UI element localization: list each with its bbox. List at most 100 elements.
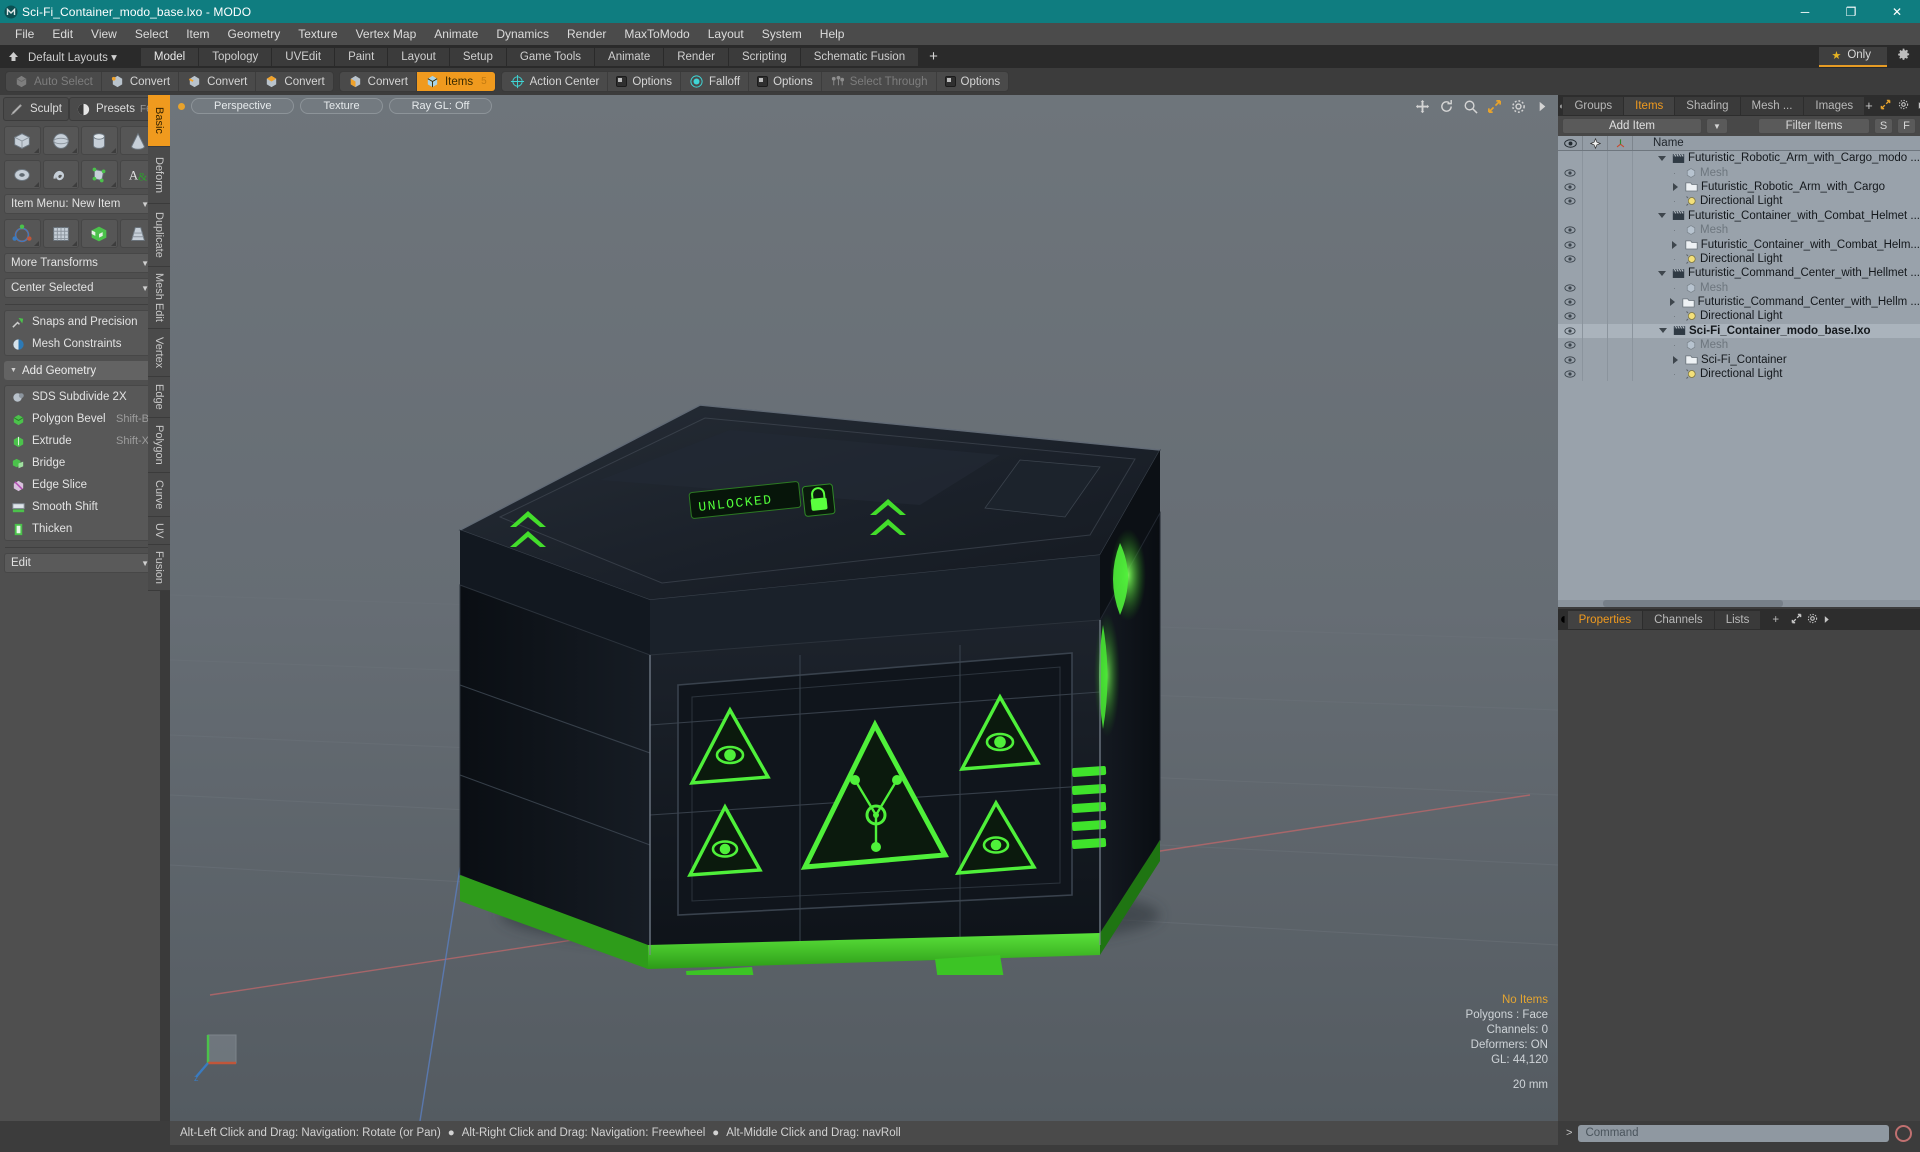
chevron-right-icon[interactable] (1822, 611, 1831, 628)
item-visibility-eye-icon[interactable] (1558, 151, 1583, 166)
move-icon[interactable] (1415, 99, 1430, 114)
snaps-and-precision-row[interactable]: Snaps and Precision (5, 311, 155, 333)
vtab-polygon[interactable]: Polygon (148, 418, 170, 473)
item-row[interactable]: Futuristic_Container_with_Combat_Helmet … (1558, 208, 1920, 223)
action-center-button[interactable]: Action Center (502, 72, 609, 91)
item-row[interactable]: · Mesh (1558, 280, 1920, 295)
item-expander-icon[interactable]: · (1670, 168, 1680, 178)
layout-tab-animate[interactable]: Animate (595, 47, 665, 66)
zoom-icon[interactable] (1463, 99, 1478, 114)
item-transform-cell[interactable] (1608, 208, 1633, 223)
menu-item-item[interactable]: Item (177, 24, 218, 44)
convert-material-button[interactable]: Convert (340, 72, 417, 91)
item-lock-cell[interactable] (1583, 352, 1608, 367)
bridge-button[interactable]: Bridge (5, 452, 155, 474)
add-item-dropdown-arrow[interactable]: ▼ (1706, 118, 1728, 134)
item-expander-icon[interactable] (1657, 213, 1667, 219)
center-selected-dropdown[interactable]: Center Selected ▼ (4, 278, 156, 298)
item-transform-cell[interactable] (1608, 194, 1633, 209)
item-row[interactable]: · Mesh (1558, 222, 1920, 238)
items-list[interactable]: Futuristic_Robotic_Arm_with_Cargo_modo .… (1558, 151, 1920, 607)
item-transform-cell[interactable] (1608, 323, 1633, 339)
record-icon[interactable] (1895, 1124, 1912, 1142)
menu-item-render[interactable]: Render (558, 24, 615, 44)
viewport-perspective-button[interactable]: Perspective (191, 98, 295, 114)
tab-images[interactable]: Images (1804, 96, 1866, 115)
item-row[interactable]: Futuristic_Robotic_Arm_with_Cargo_modo .… (1558, 151, 1920, 166)
item-transform-cell[interactable] (1608, 280, 1633, 295)
menu-item-view[interactable]: View (82, 24, 126, 44)
item-expander-icon[interactable] (1657, 270, 1667, 276)
layout-tab-uvedit[interactable]: UVEdit (272, 47, 336, 66)
select-through-options-button[interactable]: Options (937, 72, 1009, 91)
smooth-shift-button[interactable]: Smooth Shift (5, 496, 155, 518)
item-lock-cell[interactable] (1583, 294, 1608, 310)
item-expander-icon[interactable] (1670, 355, 1680, 364)
menu-item-dynamics[interactable]: Dynamics (487, 24, 558, 44)
item-lock-cell[interactable] (1583, 338, 1608, 353)
item-transform-cell[interactable] (1608, 352, 1633, 367)
select-through-button[interactable]: Select Through (822, 72, 937, 91)
item-expander-icon[interactable] (1667, 298, 1676, 307)
menu-item-vertex-map[interactable]: Vertex Map (347, 24, 426, 44)
only-toggle-button[interactable]: ★ Only (1819, 46, 1887, 67)
expand-icon[interactable] (1880, 97, 1891, 115)
item-row[interactable]: · Directional Light (1558, 194, 1920, 209)
spiral-icon[interactable] (42, 160, 79, 189)
tab-groups[interactable]: Groups (1563, 96, 1625, 115)
viewport-raygl-button[interactable]: Ray GL: Off (388, 98, 493, 114)
menu-item-select[interactable]: Select (126, 24, 177, 44)
viewport-shading-button[interactable]: Texture (300, 98, 383, 114)
panel-menu-icon[interactable]: ◖ (1558, 611, 1568, 629)
item-row[interactable]: Futuristic_Command_Center_with_Hellm ... (1558, 294, 1920, 310)
filter-s-button[interactable]: S (1874, 118, 1893, 134)
maximize-button[interactable]: ❐ (1828, 0, 1874, 23)
item-transform-cell[interactable] (1608, 237, 1633, 252)
home-arrow-icon[interactable] (0, 45, 26, 68)
torus-icon[interactable] (4, 160, 41, 189)
vtab-fusion[interactable]: Fusion (148, 545, 170, 591)
item-expander-icon[interactable] (1657, 155, 1667, 161)
item-lock-cell[interactable] (1583, 323, 1608, 339)
menu-item-texture[interactable]: Texture (289, 24, 346, 44)
convert-vertex-button[interactable]: Convert (102, 72, 180, 91)
vtab-edge[interactable]: Edge (148, 377, 170, 418)
convert-edge-button[interactable]: Convert (179, 72, 257, 91)
grid-mesh-icon[interactable] (42, 219, 79, 248)
menu-item-help[interactable]: Help (811, 24, 854, 44)
layout-tab-paint[interactable]: Paint (335, 47, 389, 66)
item-transform-cell[interactable] (1608, 294, 1633, 310)
item-lock-cell[interactable] (1583, 208, 1608, 223)
item-visibility-eye-icon[interactable] (1558, 165, 1583, 180)
menu-item-file[interactable]: File (6, 24, 43, 44)
item-row[interactable]: Sci-Fi_Container (1558, 352, 1920, 367)
item-transform-cell[interactable] (1608, 338, 1633, 353)
item-transform-cell[interactable] (1608, 309, 1633, 324)
tab-mesh[interactable]: Mesh ... (1740, 96, 1805, 115)
layout-tab-setup[interactable]: Setup (449, 47, 507, 66)
item-visibility-eye-icon[interactable] (1558, 237, 1583, 252)
item-transform-cell[interactable] (1608, 222, 1633, 238)
vtab-deform[interactable]: Deform (148, 147, 170, 204)
tab-items[interactable]: Items (1624, 96, 1676, 115)
item-expander-icon[interactable]: · (1670, 225, 1680, 235)
gear-icon[interactable] (1511, 99, 1526, 114)
gear-icon[interactable] (1807, 611, 1818, 628)
item-visibility-eye-icon[interactable] (1558, 323, 1583, 339)
add-panel-tab-button[interactable]: + (1865, 98, 1873, 113)
layout-tab-model[interactable]: Model (140, 47, 200, 66)
item-visibility-eye-icon[interactable] (1558, 251, 1583, 267)
checker-cube-icon[interactable] (81, 219, 118, 248)
tab-lists[interactable]: Lists (1714, 610, 1762, 629)
tab-channels[interactable]: Channels (1643, 610, 1715, 629)
add-item-button[interactable]: Add Item (1562, 118, 1702, 134)
item-transform-cell[interactable] (1608, 366, 1633, 382)
add-layout-tab-button[interactable]: + (919, 48, 949, 65)
scrollbar-thumb[interactable] (1603, 600, 1783, 607)
falloff-options-button[interactable]: Options (749, 72, 822, 91)
vtab-uv[interactable]: UV (148, 517, 170, 545)
tab-shading[interactable]: Shading (1675, 96, 1741, 115)
default-layouts-dropdown[interactable]: Default Layouts ▾ (26, 50, 127, 64)
auto-select-button[interactable]: Auto Select (6, 72, 102, 91)
sci-fi-container-model[interactable]: UNLOCKED (400, 255, 1240, 975)
